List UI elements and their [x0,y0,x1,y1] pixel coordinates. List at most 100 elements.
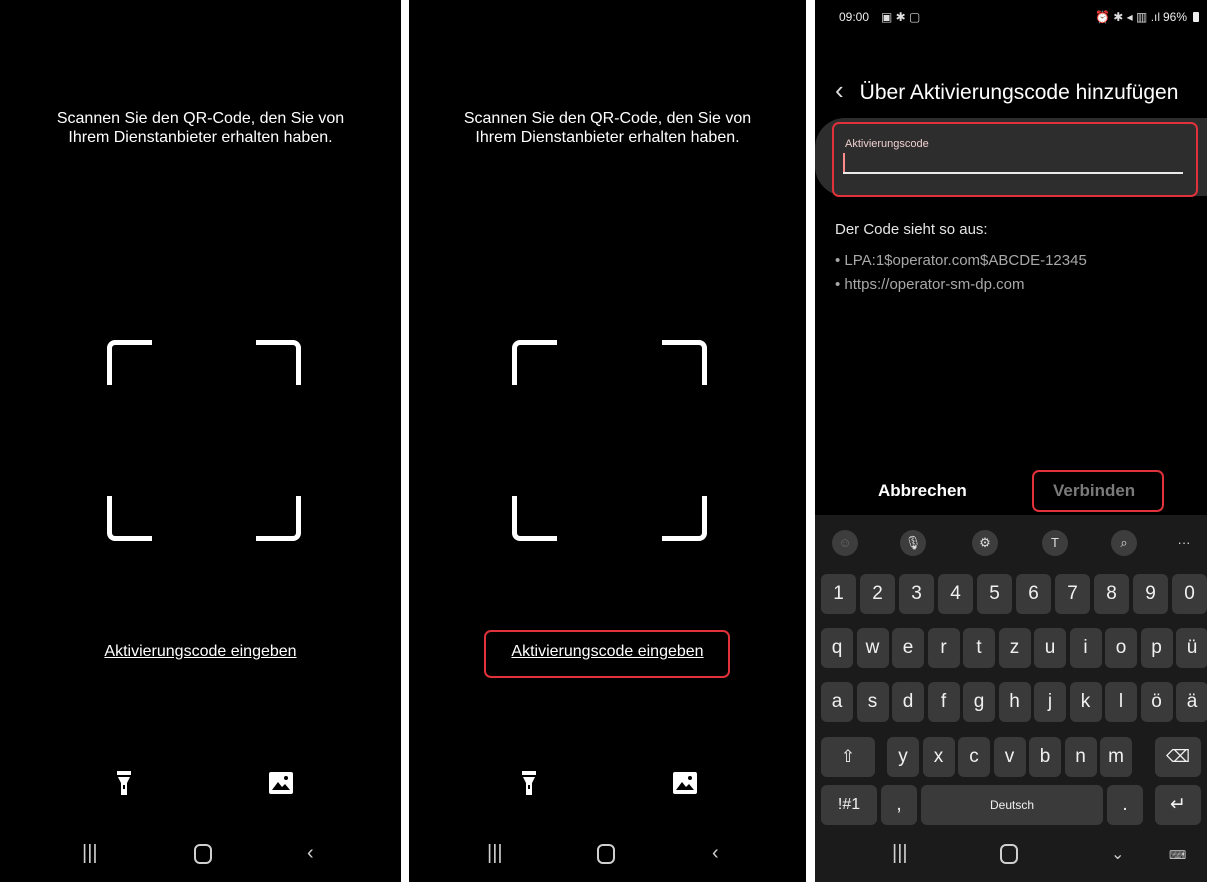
key-row_numbers-4[interactable]: 5 [977,574,1012,614]
key-row1-3[interactable]: r [927,628,960,668]
scan-frame-corner-br [256,496,301,541]
home-icon[interactable] [194,844,212,864]
key-row3-3[interactable]: v [993,737,1026,777]
search-icon[interactable]: ⌕ [1111,530,1137,556]
hide-keyboard-icon[interactable]: ⌄ [1111,844,1124,864]
activation-code-input[interactable] [843,172,1183,174]
key-row_numbers-8[interactable]: 9 [1133,574,1168,614]
enter-activation-code-link[interactable]: Aktivierungscode eingeben [409,643,806,661]
scan-frame-corner-tr [662,340,707,385]
code-format-heading: Der Code sieht so aus: [835,221,988,238]
scan-instruction: Scannen Sie den QR-Code, den Sie von Ihr… [463,110,752,146]
key-row1-10[interactable]: ü [1176,628,1207,668]
highlight-box [832,122,1198,197]
enter-key[interactable]: ↵ [1155,785,1201,825]
flashlight-icon[interactable] [117,771,131,802]
more-icon[interactable]: ··· [1171,530,1197,556]
key-row1-6[interactable]: u [1034,628,1066,668]
space-key[interactable]: Deutsch [921,785,1103,825]
key-row_numbers-1[interactable]: 2 [860,574,895,614]
connect-button[interactable]: Verbinden [1053,481,1135,501]
key-row3-2[interactable]: c [958,737,990,777]
status-system-icons: ⏰ ✱ ◂ ▥ .ıl [1095,10,1161,24]
navigation-bar: ||| ‹ [409,832,806,882]
key-row3-4[interactable]: b [1029,737,1061,777]
recents-icon[interactable]: ||| [82,842,98,865]
key-row2-0[interactable]: a [821,682,853,722]
gallery-icon[interactable] [672,771,698,800]
key-row2-7[interactable]: k [1069,682,1102,722]
status-time: 09:00 [839,10,870,24]
back-icon[interactable]: ‹ [712,842,719,865]
key-row_numbers-0[interactable]: 1 [821,574,856,614]
key-row_numbers-9[interactable]: 0 [1172,574,1207,614]
backspace-key[interactable]: ⌫ [1155,737,1201,777]
keyboard-switch-icon[interactable]: ⌨ [1169,848,1186,862]
scan-frame-corner-bl [107,496,152,541]
key-row2-2[interactable]: d [892,682,924,722]
key-row_numbers-5[interactable]: 6 [1016,574,1051,614]
activation-code-label: Aktivierungscode [845,138,929,150]
microphone-icon[interactable]: 🎙 [900,530,926,556]
key-row3-5[interactable]: n [1064,737,1097,777]
key-row2-9[interactable]: ö [1140,682,1173,722]
recents-icon[interactable]: ||| [487,842,503,865]
qr-scan-screen-1: Scannen Sie den QR-Code, den Sie von Ihr… [0,0,401,882]
key-row1-2[interactable]: e [892,628,924,668]
key-row2-1[interactable]: s [856,682,889,722]
code-example-2: • https://operator-sm-dp.com [835,276,1025,293]
battery-icon [1193,12,1199,22]
key-row3-0[interactable]: y [887,737,919,777]
recents-icon[interactable]: ||| [892,842,908,865]
key-row_numbers-7[interactable]: 8 [1094,574,1129,614]
period-key[interactable]: . [1107,785,1143,825]
scan-frame-corner-tr [256,340,301,385]
key-row1-8[interactable]: o [1105,628,1137,668]
key-row3-1[interactable]: x [922,737,955,777]
scan-frame-corner-br [662,496,707,541]
scan-frame-corner-tl [107,340,152,385]
text-cursor [843,153,845,173]
key-row_numbers-3[interactable]: 4 [938,574,973,614]
page-title-row: ‹ Über Aktivierungscode hinzufügen [835,75,1178,106]
key-row2-3[interactable]: f [927,682,960,722]
code-example-1: • LPA:1$operator.com$ABCDE-12345 [835,252,1087,269]
back-arrow-icon[interactable]: ‹ [835,75,844,105]
handwriting-icon[interactable]: T [1042,530,1068,556]
qr-scan-screen-2: Scannen Sie den QR-Code, den Sie von Ihr… [409,0,806,882]
key-row1-1[interactable]: w [856,628,889,668]
gallery-icon[interactable] [268,771,294,800]
back-icon[interactable]: ‹ [307,842,314,865]
key-row1-4[interactable]: t [963,628,995,668]
status-bar: 09:00 ▣ ✱ ▢ ⏰ ✱ ◂ ▥ .ıl 96% [815,10,1207,30]
shift-key[interactable]: ⇧ [821,737,875,777]
key-row_numbers-2[interactable]: 3 [899,574,934,614]
key-row1-7[interactable]: i [1069,628,1102,668]
key-row1-5[interactable]: z [998,628,1031,668]
home-icon[interactable] [597,844,615,864]
page-title: Über Aktivierungscode hinzufügen [859,81,1179,104]
scan-instruction: Scannen Sie den QR-Code, den Sie von Ihr… [56,110,345,146]
key-row1-0[interactable]: q [821,628,853,668]
key-row2-6[interactable]: j [1034,682,1066,722]
home-icon[interactable] [1000,844,1018,864]
key-row2-10[interactable]: ä [1176,682,1207,722]
key-row2-8[interactable]: l [1105,682,1137,722]
key-row3-6[interactable]: m [1100,737,1132,777]
key-row2-5[interactable]: h [998,682,1031,722]
symbols-key[interactable]: !#1 [821,785,877,825]
navigation-bar: ||| ‹ [0,832,401,882]
emoji-icon[interactable]: ☺ [832,530,858,556]
key-row2-4[interactable]: g [963,682,995,722]
scan-frame-corner-bl [512,496,557,541]
key-row1-9[interactable]: p [1140,628,1173,668]
key-row_numbers-6[interactable]: 7 [1055,574,1090,614]
navigation-bar: ||| ⌄ ⌨ [815,832,1207,882]
enter-activation-code-link[interactable]: Aktivierungscode eingeben [0,643,401,661]
flashlight-icon[interactable] [522,771,536,802]
comma-key[interactable]: , [881,785,917,825]
activation-code-screen: 09:00 ▣ ✱ ▢ ⏰ ✱ ◂ ▥ .ıl 96% ‹ Über Aktivi… [815,0,1207,882]
cancel-button[interactable]: Abbrechen [878,481,967,501]
status-notification-icons: ▣ ✱ ▢ [881,10,921,24]
settings-gear-icon[interactable]: ⚙ [972,530,998,556]
